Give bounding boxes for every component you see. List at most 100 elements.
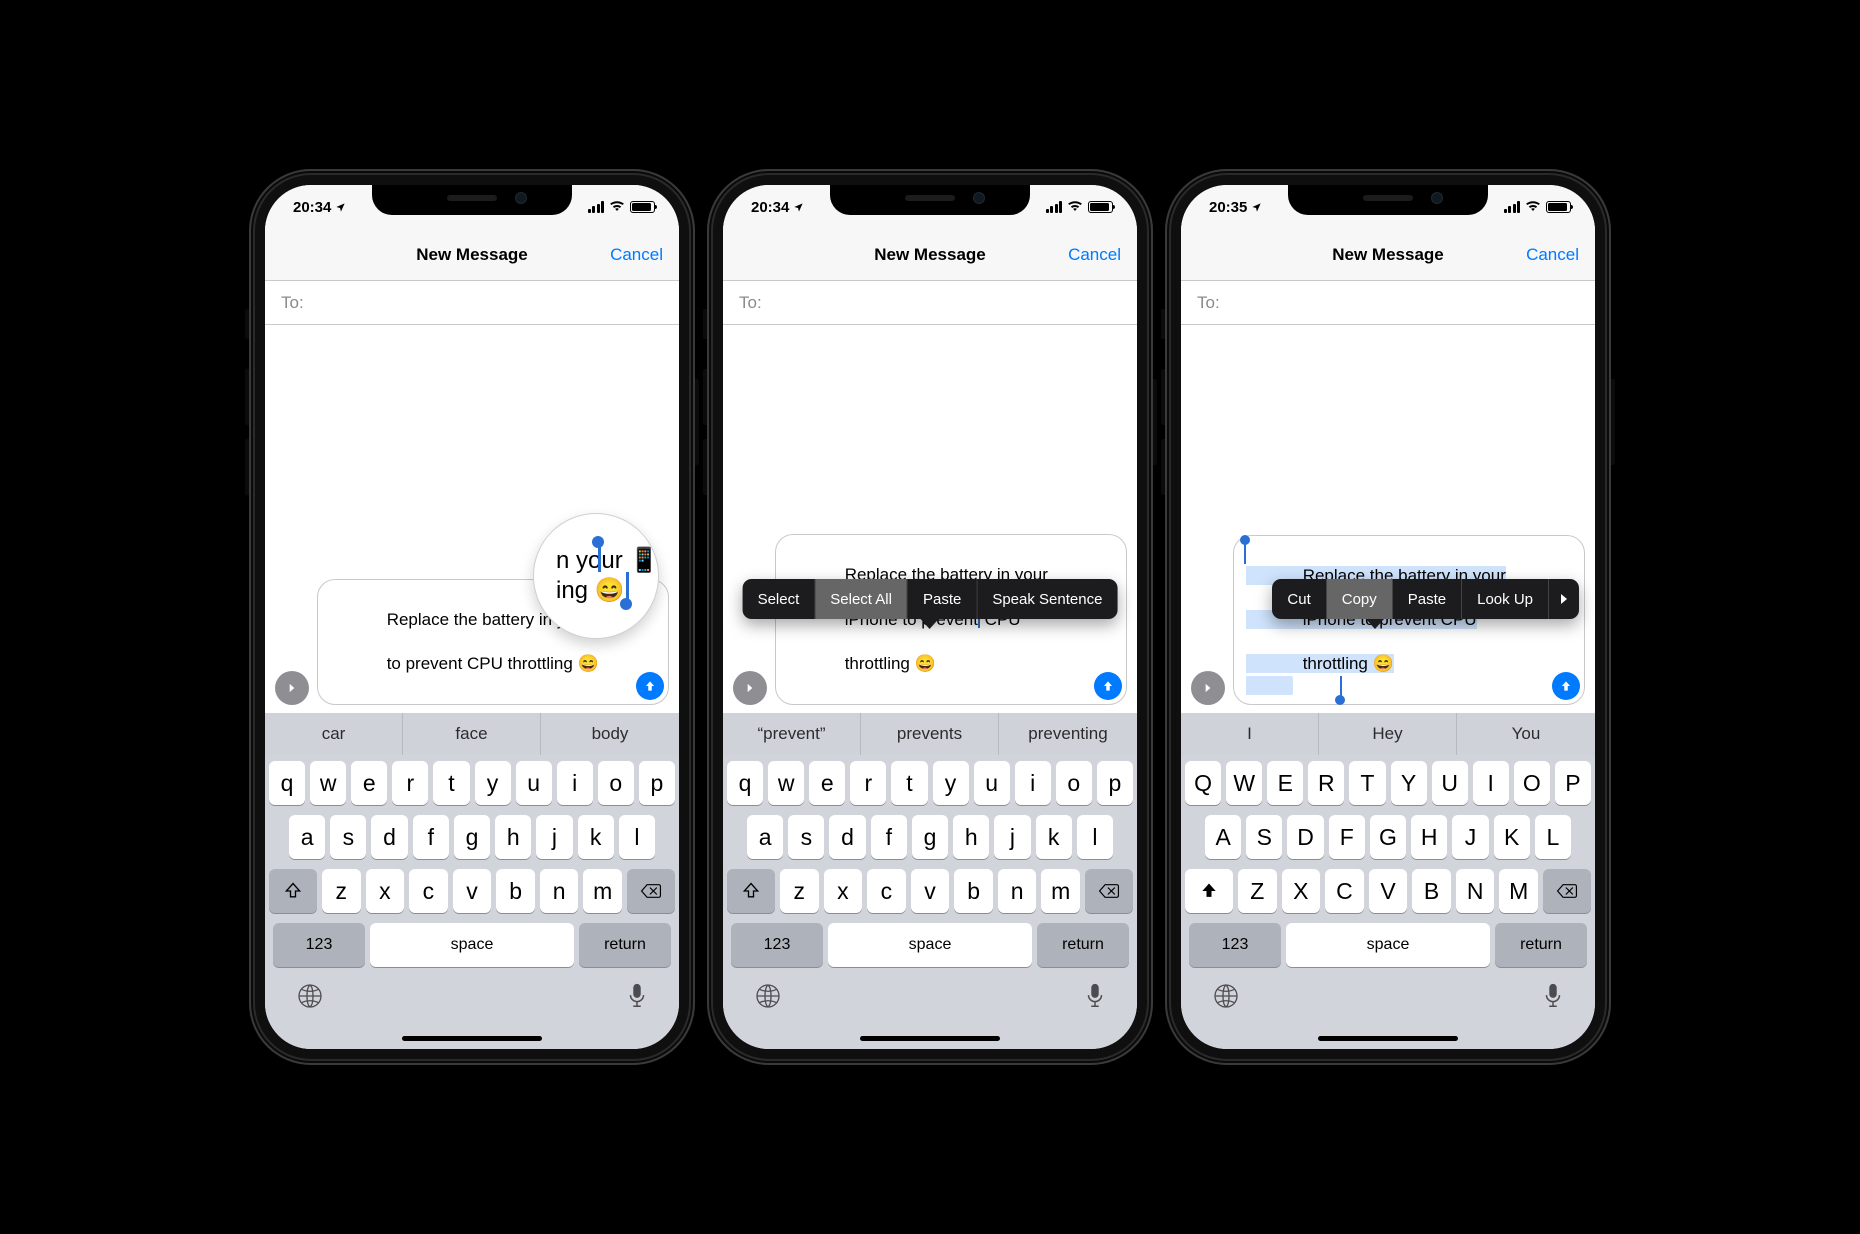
- key-t[interactable]: T: [1349, 761, 1385, 805]
- key-v[interactable]: V: [1369, 869, 1408, 913]
- send-button[interactable]: [1552, 672, 1580, 700]
- globe-icon[interactable]: [1213, 983, 1239, 1014]
- menu-copy[interactable]: Copy: [1326, 579, 1392, 619]
- cancel-button[interactable]: Cancel: [1068, 245, 1121, 265]
- key-123[interactable]: 123: [731, 923, 823, 967]
- key-l[interactable]: l: [1077, 815, 1113, 859]
- key-x[interactable]: x: [824, 869, 863, 913]
- key-w[interactable]: W: [1226, 761, 1262, 805]
- menu-speak-sentence[interactable]: Speak Sentence: [976, 579, 1117, 619]
- menu-cut[interactable]: Cut: [1272, 579, 1325, 619]
- prediction-1[interactable]: I: [1181, 713, 1319, 755]
- key-y[interactable]: Y: [1391, 761, 1427, 805]
- key-b[interactable]: b: [496, 869, 535, 913]
- to-field[interactable]: To:: [723, 281, 1137, 325]
- key-f[interactable]: f: [871, 815, 907, 859]
- key-g[interactable]: g: [454, 815, 490, 859]
- mic-icon[interactable]: [1543, 983, 1563, 1014]
- mic-icon[interactable]: [627, 983, 647, 1014]
- key-n[interactable]: n: [540, 869, 579, 913]
- menu-select[interactable]: Select: [743, 579, 815, 619]
- text-input[interactable]: Replace the battery in your iPhone to pr…: [1233, 535, 1585, 705]
- key-w[interactable]: w: [768, 761, 804, 805]
- key-p[interactable]: p: [639, 761, 675, 805]
- key-j[interactable]: j: [994, 815, 1030, 859]
- key-l[interactable]: l: [619, 815, 655, 859]
- home-indicator[interactable]: [1318, 1036, 1458, 1041]
- key-w[interactable]: w: [310, 761, 346, 805]
- key-o[interactable]: o: [598, 761, 634, 805]
- key-e[interactable]: e: [351, 761, 387, 805]
- key-m[interactable]: M: [1499, 869, 1538, 913]
- key-c[interactable]: c: [867, 869, 906, 913]
- key-m[interactable]: m: [583, 869, 622, 913]
- key-t[interactable]: t: [891, 761, 927, 805]
- key-z[interactable]: z: [322, 869, 361, 913]
- key-shift[interactable]: [269, 869, 317, 913]
- send-button[interactable]: [636, 672, 664, 700]
- menu-select-all[interactable]: Select All: [814, 579, 907, 619]
- key-n[interactable]: N: [1456, 869, 1495, 913]
- key-l[interactable]: L: [1535, 815, 1571, 859]
- key-j[interactable]: j: [536, 815, 572, 859]
- text-input[interactable]: Replace the battery in your iPhone to pr…: [775, 534, 1127, 705]
- key-s[interactable]: S: [1246, 815, 1282, 859]
- key-k[interactable]: k: [578, 815, 614, 859]
- key-x[interactable]: X: [1282, 869, 1321, 913]
- key-e[interactable]: e: [809, 761, 845, 805]
- key-y[interactable]: y: [475, 761, 511, 805]
- prediction-3[interactable]: You: [1457, 713, 1595, 755]
- key-d[interactable]: d: [829, 815, 865, 859]
- key-a[interactable]: a: [747, 815, 783, 859]
- key-r[interactable]: r: [392, 761, 428, 805]
- key-shift[interactable]: [727, 869, 775, 913]
- key-g[interactable]: g: [912, 815, 948, 859]
- key-o[interactable]: o: [1056, 761, 1092, 805]
- key-123[interactable]: 123: [273, 923, 365, 967]
- key-p[interactable]: p: [1097, 761, 1133, 805]
- key-backspace[interactable]: [627, 869, 675, 913]
- key-backspace[interactable]: [1543, 869, 1591, 913]
- prediction-1[interactable]: “prevent”: [723, 713, 861, 755]
- key-r[interactable]: R: [1308, 761, 1344, 805]
- key-h[interactable]: h: [495, 815, 531, 859]
- home-indicator[interactable]: [860, 1036, 1000, 1041]
- menu-lookup[interactable]: Look Up: [1461, 579, 1548, 619]
- key-p[interactable]: P: [1555, 761, 1591, 805]
- key-u[interactable]: U: [1432, 761, 1468, 805]
- apps-button[interactable]: [275, 671, 309, 705]
- key-s[interactable]: s: [788, 815, 824, 859]
- prediction-2[interactable]: Hey: [1319, 713, 1457, 755]
- to-field[interactable]: To:: [1181, 281, 1595, 325]
- key-z[interactable]: z: [780, 869, 819, 913]
- key-y[interactable]: y: [933, 761, 969, 805]
- key-b[interactable]: B: [1412, 869, 1451, 913]
- globe-icon[interactable]: [297, 983, 323, 1014]
- prediction-2[interactable]: prevents: [861, 713, 999, 755]
- prediction-3[interactable]: preventing: [999, 713, 1137, 755]
- key-d[interactable]: D: [1287, 815, 1323, 859]
- key-123[interactable]: 123: [1189, 923, 1281, 967]
- key-c[interactable]: C: [1325, 869, 1364, 913]
- key-q[interactable]: q: [269, 761, 305, 805]
- key-x[interactable]: x: [366, 869, 405, 913]
- cancel-button[interactable]: Cancel: [610, 245, 663, 265]
- key-z[interactable]: Z: [1238, 869, 1277, 913]
- key-i[interactable]: i: [557, 761, 593, 805]
- selection-handle-start[interactable]: [1240, 535, 1250, 545]
- key-u[interactable]: u: [516, 761, 552, 805]
- key-return[interactable]: return: [1037, 923, 1129, 967]
- key-k[interactable]: k: [1036, 815, 1072, 859]
- key-f[interactable]: f: [413, 815, 449, 859]
- key-space[interactable]: space: [828, 923, 1032, 967]
- key-m[interactable]: m: [1041, 869, 1080, 913]
- menu-paste[interactable]: Paste: [907, 579, 976, 619]
- menu-paste[interactable]: Paste: [1392, 579, 1461, 619]
- to-field[interactable]: To:: [265, 281, 679, 325]
- send-button[interactable]: [1094, 672, 1122, 700]
- key-a[interactable]: a: [289, 815, 325, 859]
- message-body[interactable]: Select Select All Paste Speak Sentence R…: [723, 325, 1137, 713]
- key-i[interactable]: i: [1015, 761, 1051, 805]
- key-e[interactable]: E: [1267, 761, 1303, 805]
- key-t[interactable]: t: [433, 761, 469, 805]
